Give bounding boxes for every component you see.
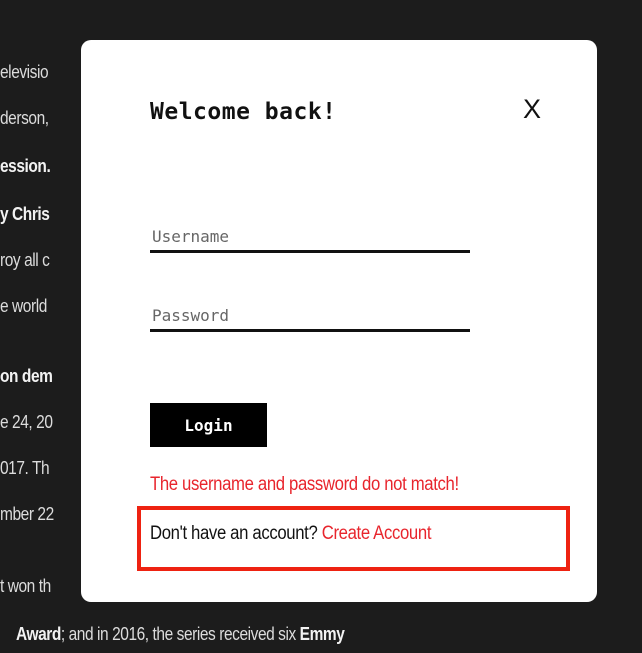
password-field[interactable] xyxy=(150,302,470,332)
background-line: derson, xyxy=(0,108,49,128)
background-line: t won th xyxy=(0,576,51,596)
page: elevisio derson, ession. y Chris roy all… xyxy=(0,0,642,653)
login-modal: Welcome back! X Login The username and p… xyxy=(81,40,597,602)
background-line: 017. Th xyxy=(0,458,50,478)
error-message: The username and password do not match! xyxy=(150,474,459,495)
signup-prompt: Don't have an account? xyxy=(150,523,318,544)
signup-row: Don't have an account? Create Account xyxy=(150,523,431,545)
login-button[interactable]: Login xyxy=(150,403,267,447)
bold-text: Award xyxy=(16,624,61,644)
background-line: mber 22 xyxy=(0,504,54,524)
background-line: ession. xyxy=(0,156,51,176)
close-button[interactable]: X xyxy=(517,92,547,126)
bold-text: Emmy xyxy=(299,624,345,644)
background-line: e 24, 20 xyxy=(0,412,53,432)
background-line: elevisio xyxy=(0,62,49,82)
plain-text: ; and in 2016, the series received six xyxy=(60,624,300,644)
background-line: e world xyxy=(0,296,47,316)
background-line: y Chris xyxy=(0,204,50,224)
background-line: on dem xyxy=(0,366,53,386)
background-line: roy all c xyxy=(0,250,50,270)
background-bottom-line: Award; and in 2016, the series received … xyxy=(16,624,345,645)
create-account-link[interactable]: Create Account xyxy=(322,523,432,544)
username-field[interactable] xyxy=(150,223,470,253)
modal-title: Welcome back! xyxy=(150,99,337,125)
